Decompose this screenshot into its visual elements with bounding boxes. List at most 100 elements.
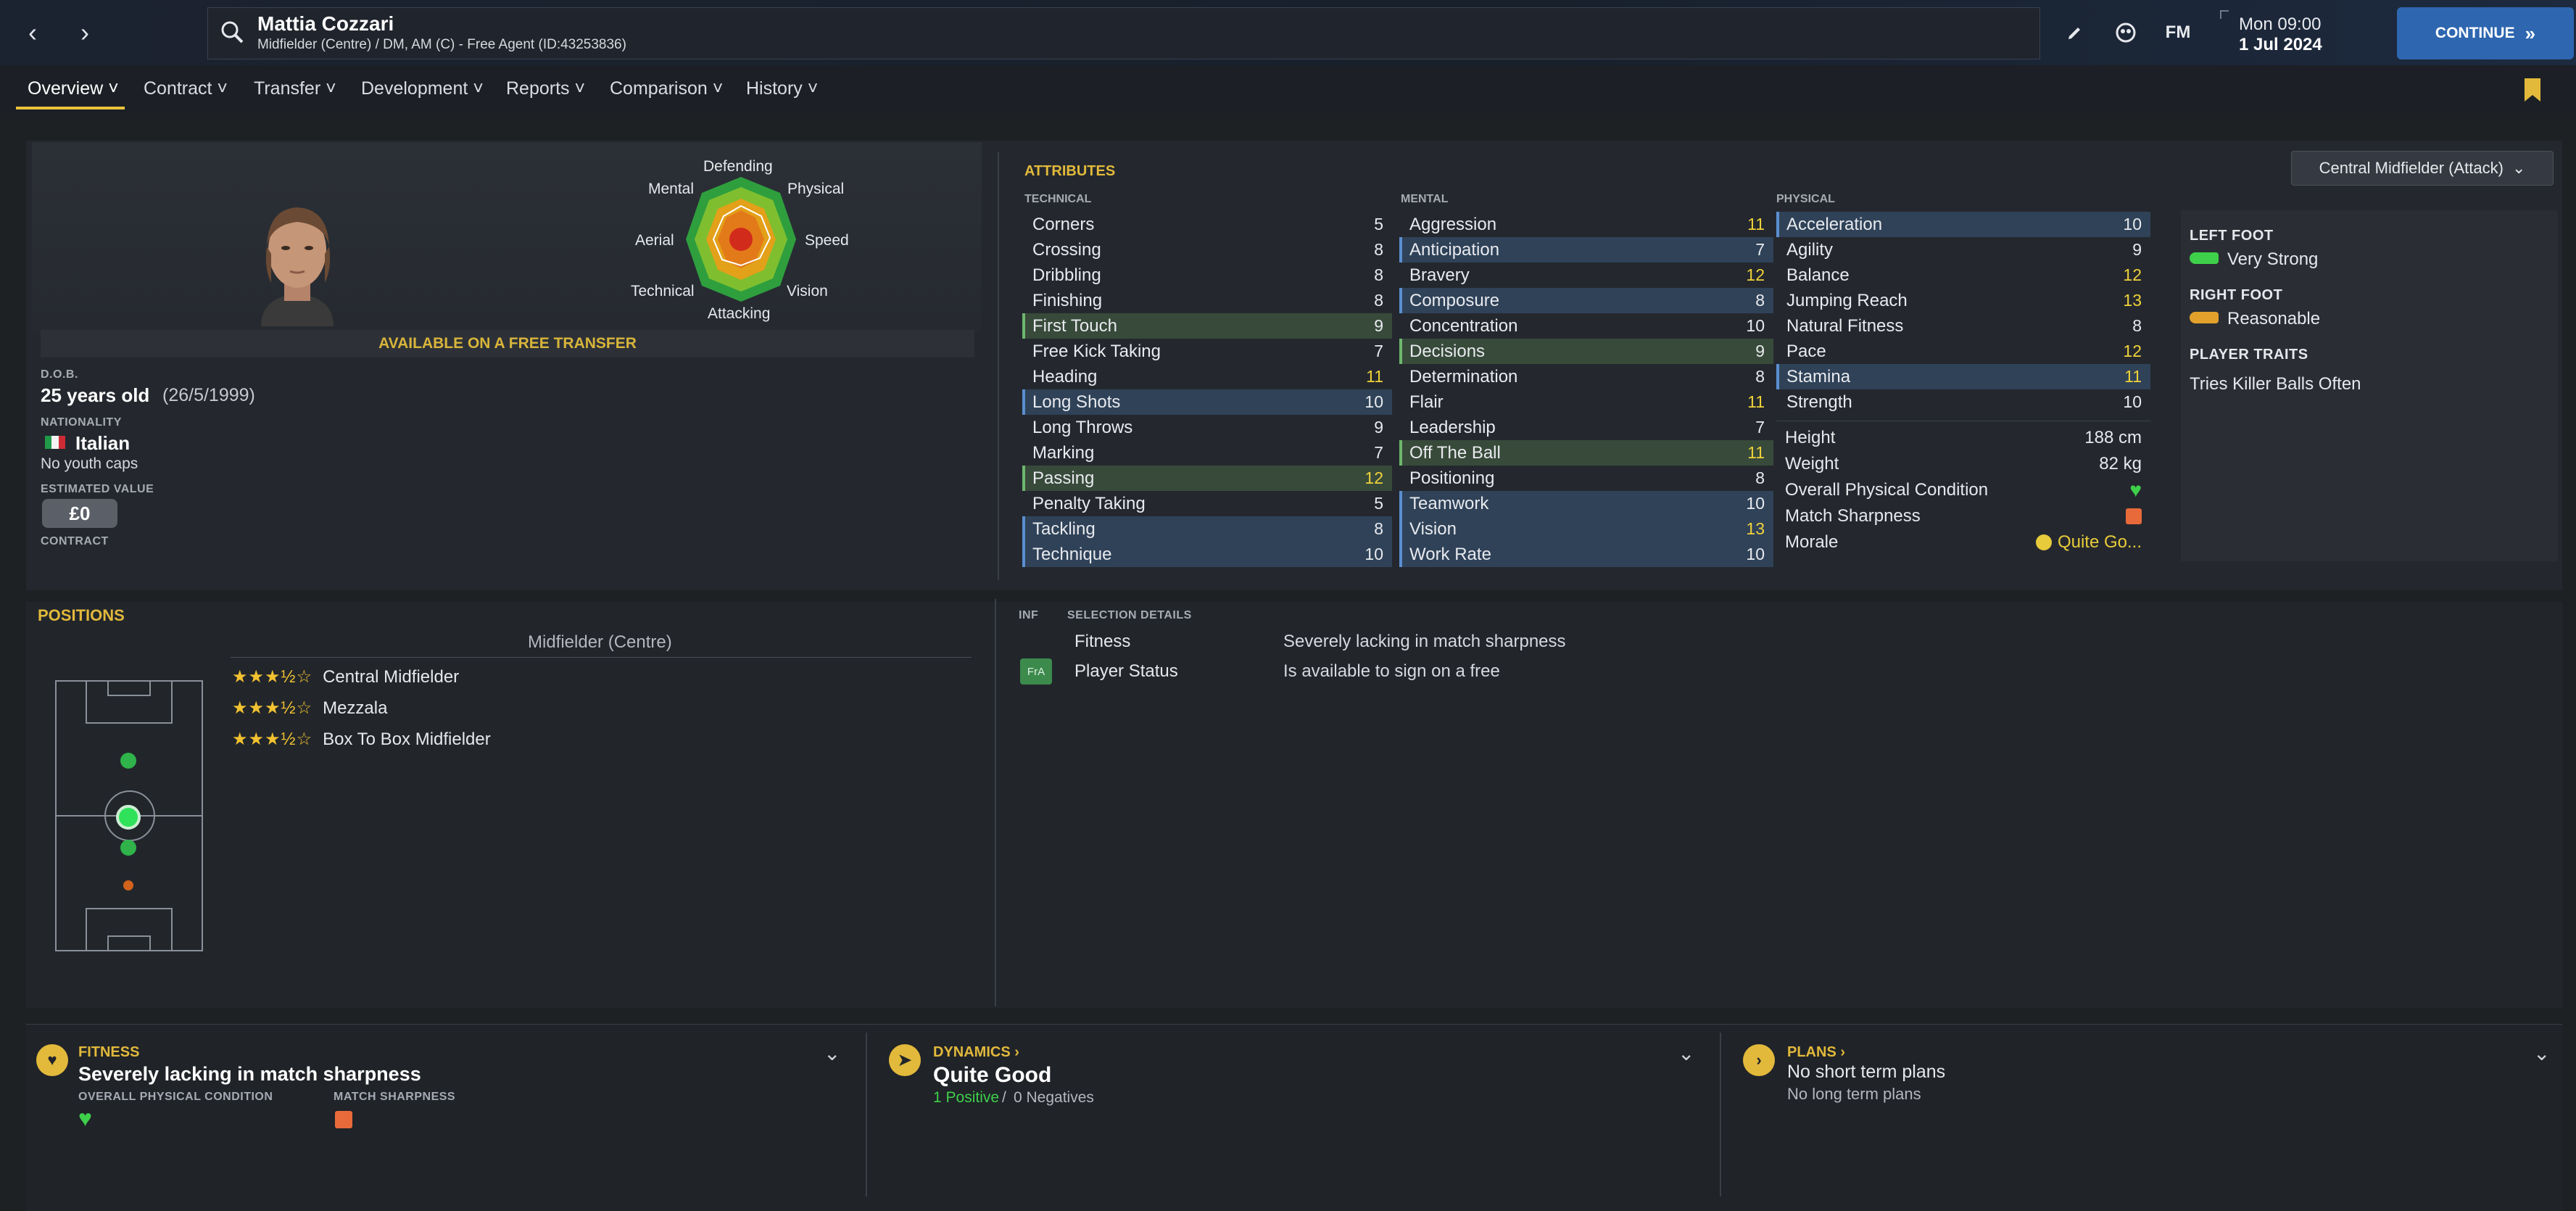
tab-history[interactable]: History ˅: [746, 78, 818, 99]
attribute-row[interactable]: Determination 8: [1399, 364, 1773, 389]
tab-contract[interactable]: Contract ˅: [144, 78, 228, 99]
attribute-name: Technique: [1032, 544, 1112, 564]
morale-row: Morale Quite Go...: [1785, 532, 2142, 552]
attribute-row[interactable]: Long Throws 9: [1022, 415, 1392, 440]
attribute-row[interactable]: Jumping Reach 13: [1776, 288, 2150, 313]
attribute-row[interactable]: Free Kick Taking 7: [1022, 339, 1392, 364]
attribute-row[interactable]: Aggression 11: [1399, 212, 1773, 237]
chevron-down-icon[interactable]: ⌄: [1678, 1041, 1694, 1065]
attribute-row[interactable]: Balance 12: [1776, 263, 2150, 288]
long-term-plans: No long term plans: [1787, 1085, 1921, 1103]
forward-icon[interactable]: ›: [67, 15, 103, 51]
tab-overview[interactable]: Overview ˅: [28, 78, 119, 99]
attribute-row[interactable]: Heading 11: [1022, 364, 1392, 389]
tab-transfer[interactable]: Transfer ˅: [254, 78, 336, 99]
fitness-card[interactable]: [26, 1024, 867, 1211]
attribute-name: Dribbling: [1032, 265, 1101, 285]
edit-icon[interactable]: [2059, 17, 2091, 48]
attribute-row[interactable]: Dribbling 8: [1022, 263, 1392, 288]
attribute-row[interactable]: Teamwork 10: [1399, 491, 1773, 516]
player-name: Mattia Cozzari: [257, 12, 394, 35]
attribute-row[interactable]: Marking 7: [1022, 440, 1392, 466]
attribute-value: 9: [1755, 342, 1765, 360]
attribute-row[interactable]: Long Shots 10: [1022, 389, 1392, 415]
attribute-row[interactable]: Work Rate 10: [1399, 542, 1773, 567]
date-day: Mon 09:00: [2239, 15, 2322, 34]
technical-attribute-list: Corners 5 Crossing 8 Dribbling 8 Finishing 8 Fir…: [1022, 212, 1392, 567]
panel-divider: [998, 152, 999, 580]
search-icon[interactable]: [218, 18, 247, 47]
contract-label: CONTRACT: [41, 535, 109, 547]
attribute-row[interactable]: Composure 8: [1399, 288, 1773, 313]
dynamics-card-title[interactable]: DYNAMICS ›: [933, 1044, 1019, 1061]
attribute-name: Crossing: [1032, 239, 1101, 260]
attribute-row[interactable]: Crossing 8: [1022, 237, 1392, 263]
attribute-name: Penalty Taking: [1032, 493, 1146, 513]
attribute-name: Balance: [1786, 265, 1850, 285]
attribute-row[interactable]: Concentration 10: [1399, 313, 1773, 339]
fm-logo[interactable]: FM: [2162, 17, 2194, 48]
morale-icon: [2035, 534, 2052, 550]
attribute-value: 8: [2132, 316, 2142, 335]
attribute-row[interactable]: Anticipation 7: [1399, 237, 1773, 263]
attribute-row[interactable]: First Touch 9: [1022, 313, 1392, 339]
attribute-name: Free Kick Taking: [1032, 341, 1161, 361]
dynamics-card-main: Quite Good: [933, 1063, 1052, 1087]
attribute-row[interactable]: Flair 11: [1399, 389, 1773, 415]
physical-info: Height 188 cm Weight 82 kg Overall Physica…: [1785, 425, 2142, 555]
attribute-row[interactable]: Stamina 11: [1776, 364, 2150, 389]
attribute-name: Teamwork: [1409, 493, 1489, 513]
attribute-row[interactable]: Decisions 9: [1399, 339, 1773, 364]
tab-comparison[interactable]: Comparison ˅: [610, 78, 723, 99]
condition-row: Overall Physical Condition ♥: [1785, 479, 2142, 501]
attribute-row[interactable]: Strength 10: [1776, 389, 2150, 415]
position-role-list: ★★★½☆ Central Midfielder ★★★½☆ Mezzala ★★★…: [232, 661, 740, 755]
attribute-name: Long Shots: [1032, 392, 1121, 412]
fitness-card-main: Severely lacking in match sharpness: [78, 1063, 421, 1085]
attribute-row[interactable]: Natural Fitness 8: [1776, 313, 2150, 339]
tab-reports[interactable]: Reports ˅: [506, 78, 585, 99]
continue-button[interactable]: CONTINUE »: [2397, 7, 2574, 59]
attribute-row[interactable]: Agility 9: [1776, 237, 2150, 263]
attribute-row[interactable]: Acceleration 10: [1776, 212, 2150, 237]
attribute-row[interactable]: Penalty Taking 5: [1022, 491, 1392, 516]
attribute-row[interactable]: Tackling 8: [1022, 516, 1392, 542]
attribute-row[interactable]: Vision 13: [1399, 516, 1773, 542]
double-chevron-icon: »: [2525, 22, 2536, 44]
attribute-value: 10: [1746, 316, 1765, 335]
inf-label: INF: [1019, 609, 1039, 621]
morale-value: Quite Go...: [2057, 532, 2142, 552]
chevron-down-icon[interactable]: ⌄: [824, 1041, 840, 1065]
attribute-row[interactable]: Leadership 7: [1399, 415, 1773, 440]
attribute-row[interactable]: Finishing 8: [1022, 288, 1392, 313]
attribute-row[interactable]: Off The Ball 11: [1399, 440, 1773, 466]
chevron-down-icon: ⌄: [2511, 159, 2526, 177]
attribute-name: Natural Fitness: [1786, 315, 1904, 336]
right-foot-icon: [2190, 312, 2219, 323]
attribute-name: Passing: [1032, 468, 1095, 488]
attribute-row[interactable]: Positioning 8: [1399, 466, 1773, 491]
back-icon[interactable]: ‹: [15, 15, 51, 51]
attribute-row[interactable]: Pace 12: [1776, 339, 2150, 364]
globe-icon[interactable]: [2110, 17, 2142, 48]
sharpness-icon: [335, 1111, 352, 1128]
active-tab-indicator: [16, 107, 125, 109]
selection-fitness-value: Severely lacking in match sharpness: [1283, 632, 1566, 651]
player-header[interactable]: Mattia Cozzari Midfielder (Centre) / DM,…: [207, 7, 2040, 59]
plans-card[interactable]: [1721, 1024, 2562, 1211]
tab-bar: Overview ˅ Contract ˅ Transfer ˅ Develop…: [0, 65, 2576, 113]
left-foot-icon: [2190, 252, 2219, 264]
attribute-value: 13: [2123, 291, 2142, 310]
attribute-row[interactable]: Corners 5: [1022, 212, 1392, 237]
attribute-row[interactable]: Passing 12: [1022, 466, 1392, 491]
position-role-name: Central Midfielder: [323, 666, 460, 687]
sharpness-icon: [2126, 508, 2142, 524]
plans-card-title[interactable]: PLANS ›: [1787, 1044, 1845, 1061]
attribute-row[interactable]: Bravery 12: [1399, 263, 1773, 288]
star-rating: ★★★½☆: [232, 730, 313, 749]
role-select[interactable]: Central Midfielder (Attack) ⌄: [2291, 151, 2554, 186]
chevron-down-icon[interactable]: ⌄: [2533, 1041, 2550, 1065]
bookmark-icon[interactable]: [2523, 77, 2542, 103]
attribute-row[interactable]: Technique 10: [1022, 542, 1392, 567]
tab-development[interactable]: Development ˅: [361, 78, 484, 99]
